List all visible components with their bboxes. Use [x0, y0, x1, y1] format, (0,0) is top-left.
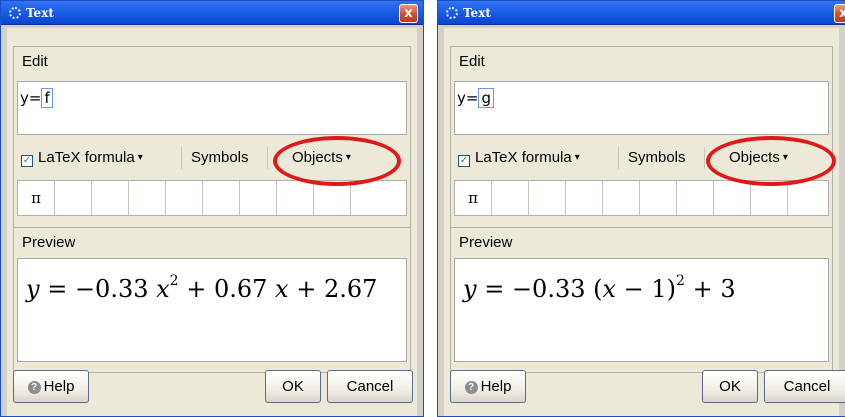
dialog-body: Edit y= g ✓ LaTeX formula ▾ Symbols Objects… — [444, 28, 845, 416]
formula-op: = — [39, 275, 75, 303]
close-button[interactable]: x — [399, 4, 418, 23]
symbol-pi[interactable]: π — [18, 181, 55, 215]
symbol-cell[interactable] — [751, 181, 788, 215]
formula-term: −0.33 ( — [511, 275, 603, 303]
title-bar[interactable]: Text x — [1, 1, 423, 25]
symbol-cell[interactable] — [640, 181, 677, 215]
symbol-cell[interactable] — [603, 181, 640, 215]
ok-button[interactable]: OK — [702, 370, 758, 403]
checkbox-checked-icon[interactable]: ✓ — [21, 155, 33, 167]
preview-box: y = −0.33 x2 + 0.67 x + 2.67 — [17, 258, 407, 362]
text-input[interactable]: y= g — [454, 81, 829, 135]
preview-panel: Preview y = −0.33 x2 + 0.67 x + 2.67 — [13, 227, 411, 373]
symbols-button[interactable]: Symbols — [191, 149, 249, 166]
toolbar-divider — [267, 147, 268, 169]
formula-term: − 1) — [616, 275, 677, 303]
formula-exponent: 2 — [676, 273, 685, 289]
highlight-ring — [706, 136, 836, 186]
dropdown-arrow-icon: ▾ — [137, 152, 143, 163]
symbols-button[interactable]: Symbols — [628, 149, 686, 166]
toolbar-divider — [181, 147, 182, 169]
symbol-cell[interactable] — [714, 181, 751, 215]
symbol-cell[interactable] — [240, 181, 277, 215]
symbol-cell[interactable] — [277, 181, 314, 215]
window-title: Text — [26, 6, 54, 20]
title-bar[interactable]: Text x — [438, 1, 845, 25]
help-label: Help — [43, 378, 75, 395]
object-reference[interactable]: f — [41, 88, 53, 108]
window-title: Text — [463, 6, 491, 20]
latex-toggle[interactable]: ✓ LaTeX formula ▾ — [458, 149, 580, 167]
cancel-button[interactable]: Cancel — [327, 370, 413, 403]
close-icon: x — [404, 6, 413, 21]
text-input[interactable]: y= f — [17, 81, 407, 135]
symbol-cell[interactable] — [492, 181, 529, 215]
symbol-cell[interactable] — [92, 181, 129, 215]
latex-label: LaTeX formula — [38, 149, 135, 166]
symbol-cell[interactable] — [677, 181, 714, 215]
formula-preview: y = −0.33 (x − 1)2 + 3 — [463, 273, 736, 303]
symbol-cell[interactable] — [203, 181, 240, 215]
latex-toggle[interactable]: ✓ LaTeX formula ▾ — [21, 149, 143, 167]
checkbox-checked-icon[interactable]: ✓ — [458, 155, 470, 167]
input-text: y= — [457, 89, 479, 107]
formula-var: x — [275, 275, 289, 303]
help-icon: ? — [27, 381, 41, 394]
ok-button[interactable]: OK — [265, 370, 321, 403]
edit-label: Edit — [459, 53, 485, 70]
formula-lhs: y — [26, 275, 40, 303]
symbol-cell[interactable] — [129, 181, 166, 215]
input-text: y= — [20, 89, 42, 107]
object-reference[interactable]: g — [478, 88, 494, 108]
formula-op: = — [476, 275, 512, 303]
gear-icon — [9, 7, 21, 19]
symbol-cell[interactable] — [166, 181, 203, 215]
preview-panel: Preview y = −0.33 (x − 1)2 + 3 — [450, 227, 833, 373]
preview-label: Preview — [22, 234, 76, 251]
highlight-ring — [273, 136, 401, 186]
help-button[interactable]: ? Help — [450, 370, 526, 403]
formula-term: −0.33 — [74, 275, 157, 303]
preview-label: Preview — [459, 234, 513, 251]
formula-var: x — [156, 275, 170, 303]
help-label: Help — [480, 378, 512, 395]
formula-term: + 3 — [684, 275, 736, 303]
dialog-body: Edit y= f ✓ LaTeX formula ▾ Symbols Objects… — [7, 28, 417, 416]
symbol-cell[interactable] — [529, 181, 566, 215]
latex-label: LaTeX formula — [475, 149, 572, 166]
help-icon: ? — [464, 381, 478, 394]
formula-preview: y = −0.33 x2 + 0.67 x + 2.67 — [26, 273, 377, 303]
symbol-cell[interactable] — [351, 181, 388, 215]
help-button[interactable]: ? Help — [13, 370, 89, 403]
text-dialog-right: Text x Edit y=g ✓LaTeX formula▾ Symbols … — [437, 0, 845, 417]
preview-box: y = −0.33 (x − 1)2 + 3 — [454, 258, 829, 362]
symbol-cell[interactable] — [566, 181, 603, 215]
symbol-cell[interactable] — [55, 181, 92, 215]
toolbar-divider — [618, 147, 619, 169]
formula-lhs: y — [463, 275, 477, 303]
symbol-cell[interactable] — [788, 181, 825, 215]
text-dialog-left: Text x Edit y= f ✓ LaTeX formula ▾ Symbols … — [0, 0, 424, 417]
formula-term: + 2.67 — [288, 275, 378, 303]
close-icon: x — [839, 6, 845, 21]
formula-exponent: 2 — [169, 273, 179, 289]
formula-var: x — [602, 275, 617, 303]
cancel-button[interactable]: Cancel — [764, 370, 845, 403]
symbol-cell[interactable] — [314, 181, 351, 215]
toolbar-divider — [704, 147, 705, 169]
dropdown-arrow-icon: ▾ — [574, 152, 580, 163]
edit-label: Edit — [22, 53, 48, 70]
formula-term: + 0.67 — [178, 275, 276, 303]
gear-icon — [446, 7, 458, 19]
symbol-pi[interactable]: π — [455, 181, 492, 215]
close-button[interactable]: x — [834, 4, 845, 23]
